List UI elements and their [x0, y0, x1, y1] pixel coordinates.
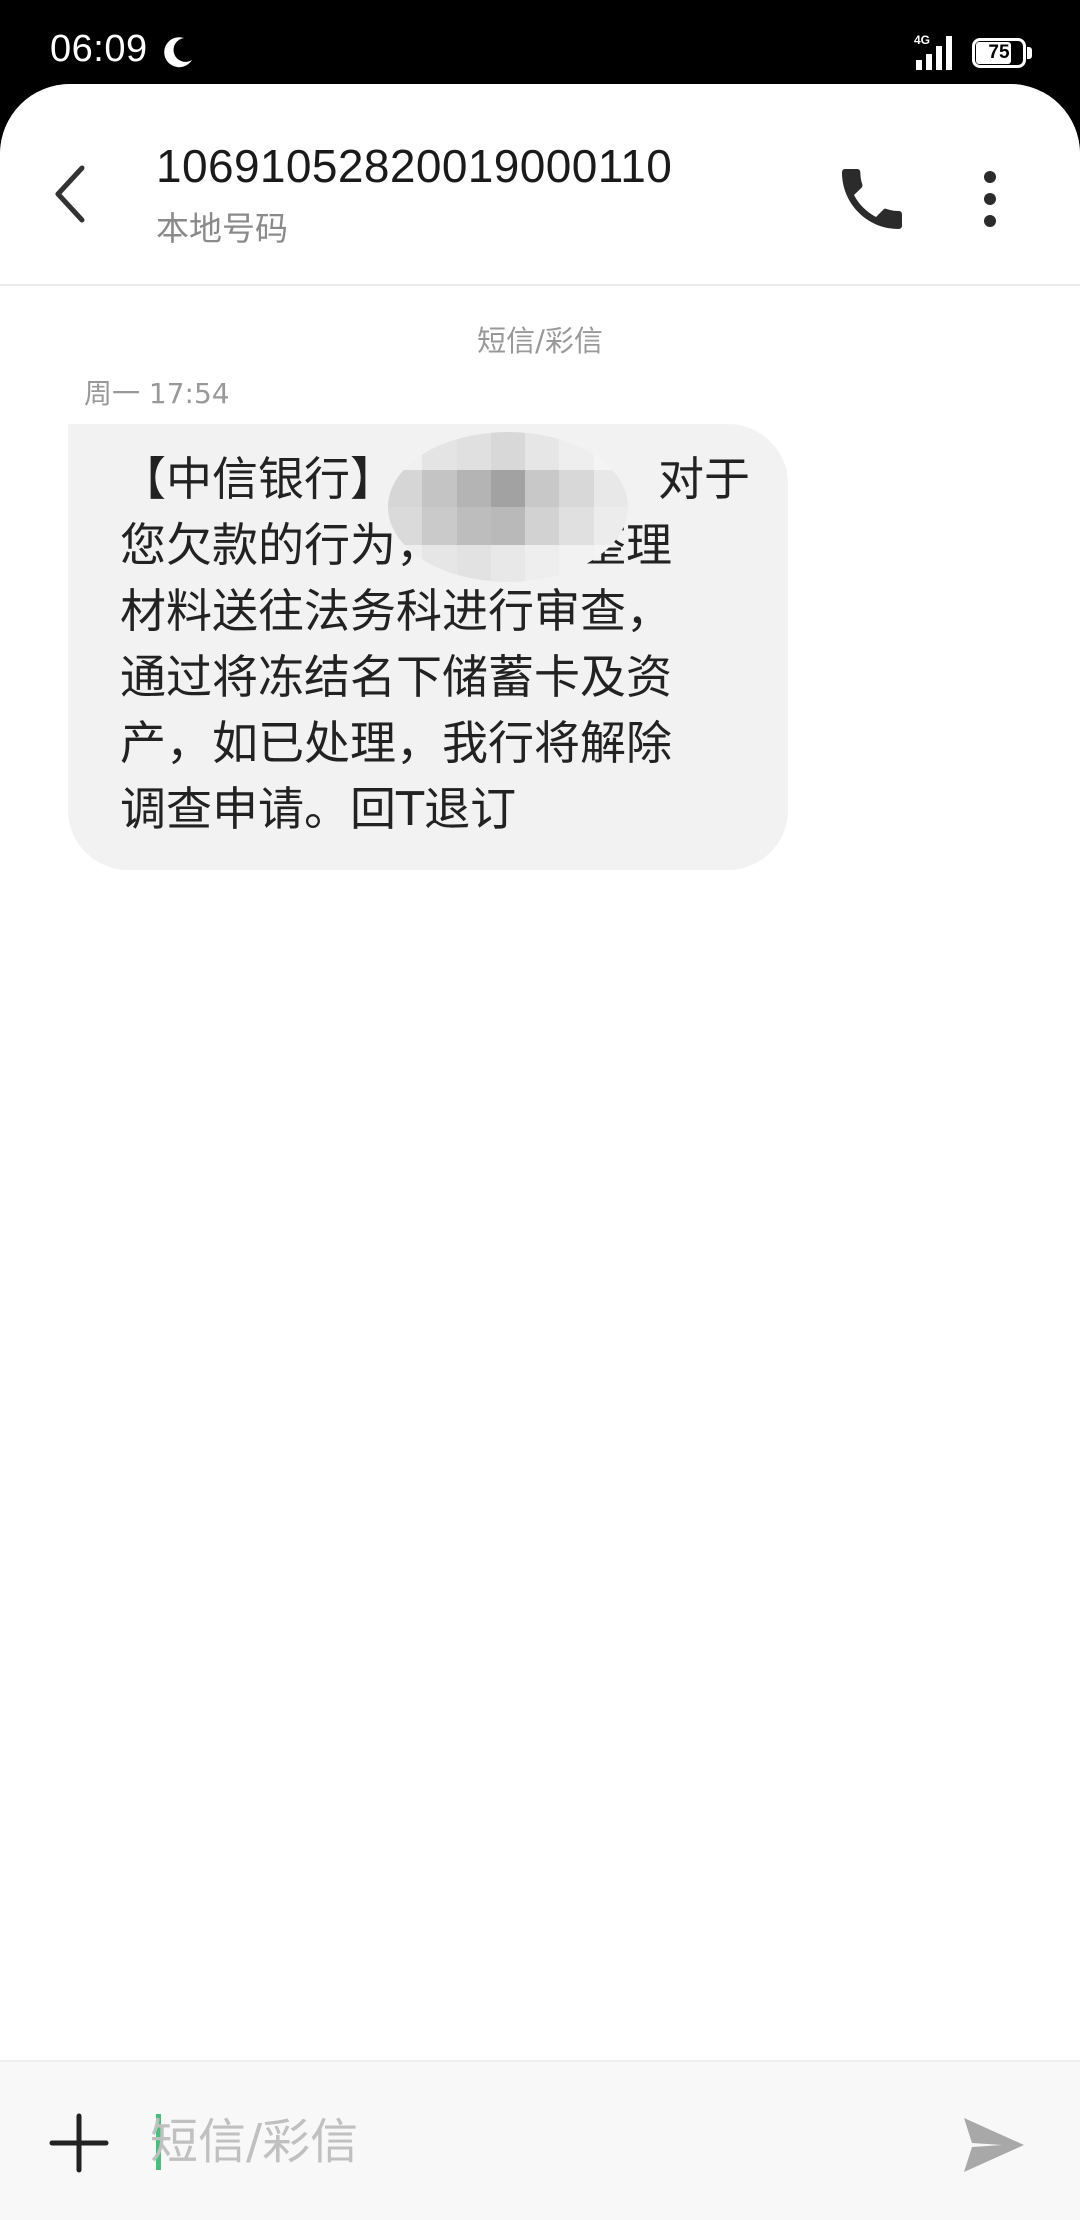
signal-icon: 4G [914, 33, 952, 70]
contact-number[interactable]: 10691052820019000110 [156, 139, 672, 193]
message-list[interactable]: 短信/彩信 周一 17:54 【中信银行】 对于 您欠款的行为，我行将整理 材料送… [0, 288, 1080, 2060]
plus-icon [49, 2113, 109, 2173]
message-line: 材料送往法务科进行审查， [120, 584, 672, 638]
message-line-text: 【中信银行】 [120, 452, 396, 506]
message-line: 产，如已处理，我行将解除 [120, 716, 672, 770]
more-vertical-icon [984, 171, 996, 227]
network-type-label: 4G [914, 33, 930, 47]
more-options-button[interactable] [960, 159, 1020, 239]
send-icon [964, 2118, 1024, 2172]
back-button[interactable] [40, 154, 100, 234]
redaction-blur [388, 432, 628, 582]
channel-label: 短信/彩信 [477, 324, 603, 358]
chevron-left-icon [55, 165, 85, 223]
moon-icon [164, 37, 192, 68]
conversation-screen: 10691052820019000110 本地号码 短信/彩信 周一 17:54… [0, 84, 1080, 2220]
phone-icon [842, 169, 902, 229]
battery-icon: 75 [972, 38, 1032, 68]
message-line-tail: 对于 [658, 452, 750, 506]
send-button[interactable] [958, 2110, 1028, 2180]
message-timestamp: 周一 17:54 [84, 377, 230, 410]
message-bubble[interactable]: 【中信银行】 对于 您欠款的行为，我行将整理 材料送往法务科进行审查， 通过将冻结… [68, 424, 788, 870]
battery-level: 75 [988, 42, 1010, 63]
message-input[interactable] [150, 2102, 910, 2182]
composer-bar [0, 2060, 1080, 2220]
message-line: 调查申请。回T退订 [120, 782, 517, 836]
call-button[interactable] [832, 159, 912, 239]
status-time: 06:09 [50, 28, 148, 70]
attach-button[interactable] [44, 2108, 114, 2178]
conversation-header: 10691052820019000110 本地号码 [0, 84, 1080, 286]
message-line: 通过将冻结名下储蓄卡及资 [120, 650, 672, 704]
contact-subtitle: 本地号码 [156, 209, 288, 248]
